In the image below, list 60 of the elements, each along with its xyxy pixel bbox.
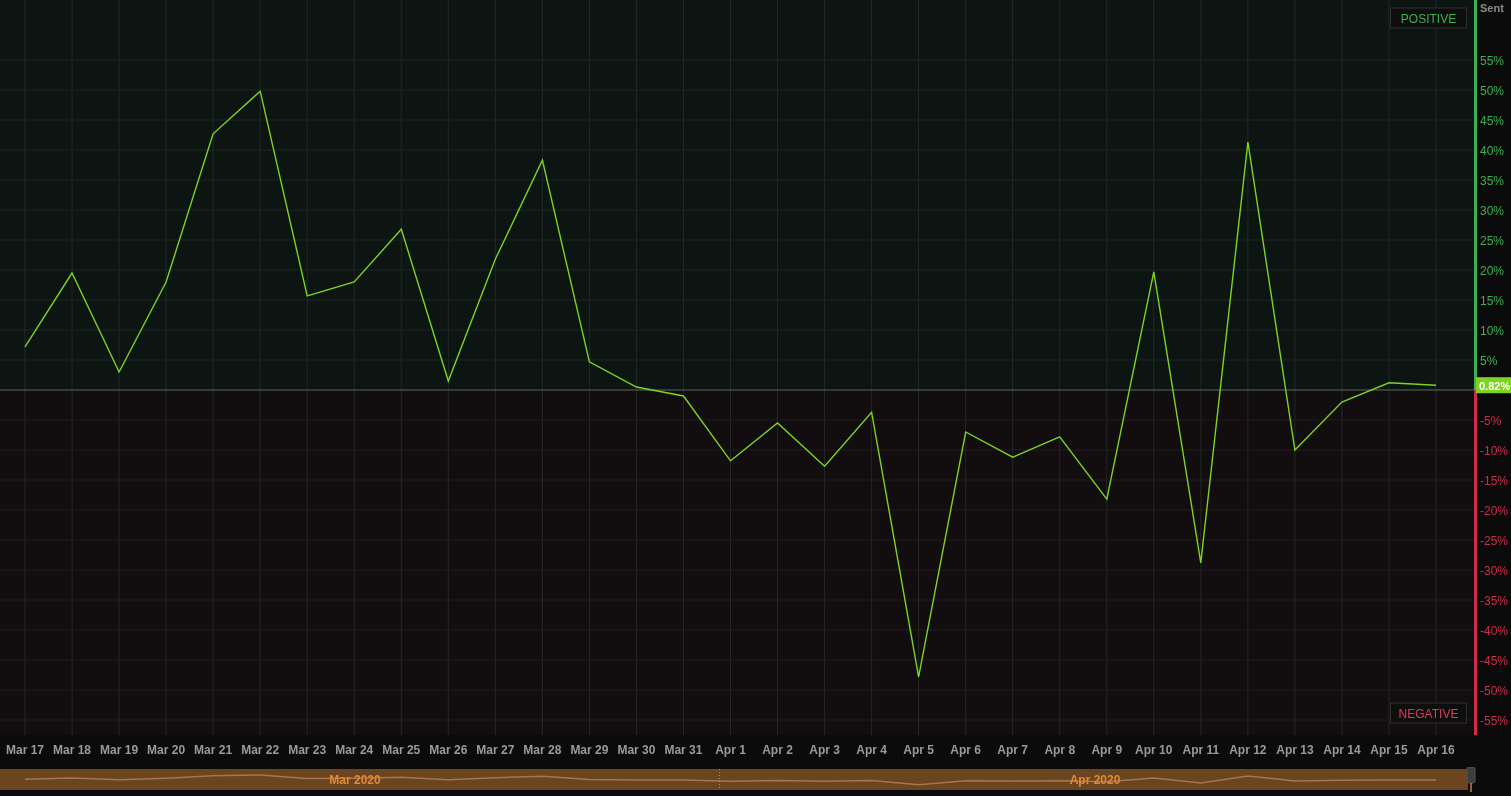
- navigator-label: Mar 2020: [329, 773, 381, 787]
- x-tick-label: Apr 15: [1370, 743, 1408, 757]
- y-tick-label: 35%: [1480, 174, 1505, 188]
- y-tick-label: 20%: [1480, 264, 1505, 278]
- x-tick-label: Mar 28: [523, 743, 562, 757]
- scroll-handle[interactable]: [1466, 767, 1476, 793]
- x-tick-label: Mar 19: [100, 743, 139, 757]
- x-tick-label: Mar 27: [476, 743, 515, 757]
- negative-label: NEGATIVE: [1390, 702, 1467, 724]
- y-tick-label: -30%: [1480, 564, 1508, 578]
- x-tick-label: Apr 10: [1135, 743, 1173, 757]
- x-tick-label: Mar 17: [6, 743, 44, 757]
- x-tick-label: Apr 14: [1323, 743, 1361, 757]
- y-tick-label: -25%: [1480, 534, 1508, 548]
- y-tick-label: -55%: [1480, 714, 1508, 728]
- x-tick-label: Apr 1: [715, 743, 746, 757]
- y-tick-label: -50%: [1480, 684, 1508, 698]
- x-tick-label: Apr 8: [1044, 743, 1076, 757]
- x-tick-label: Apr 7: [997, 743, 1029, 757]
- x-tick-label: Apr 3: [809, 743, 840, 757]
- x-tick-label: Mar 29: [570, 743, 609, 757]
- y-tick-label: -35%: [1480, 594, 1508, 608]
- x-tick-label: Apr 6: [950, 743, 981, 757]
- x-tick-label: Apr 13: [1276, 743, 1314, 757]
- x-tick-label: Apr 9: [1091, 743, 1123, 757]
- x-tick-label: Apr 5: [903, 743, 934, 757]
- y-tick-label: -40%: [1480, 624, 1508, 638]
- x-tick-label: Apr 16: [1417, 743, 1455, 757]
- y-tick-label: 55%: [1480, 54, 1505, 68]
- x-tick-label: Mar 21: [194, 743, 233, 757]
- y-tick-label: -20%: [1480, 504, 1508, 518]
- y-tick-label: 45%: [1480, 114, 1505, 128]
- y-tick-label: 25%: [1480, 234, 1505, 248]
- x-tick-label: Mar 20: [147, 743, 186, 757]
- axis-title: Sent: [1480, 2, 1504, 14]
- y-tick-label: 50%: [1480, 84, 1505, 98]
- y-tick-label: 10%: [1480, 324, 1505, 338]
- y-tick-label: 5%: [1480, 354, 1498, 368]
- x-tick-label: Mar 22: [241, 743, 280, 757]
- current-value-badge: 0.82%: [1476, 377, 1511, 394]
- y-tick-label: 30%: [1480, 204, 1505, 218]
- y-tick-label: 40%: [1480, 144, 1505, 158]
- y-tick-label: 15%: [1480, 294, 1505, 308]
- x-tick-label: Mar 30: [617, 743, 656, 757]
- x-tick-label: Mar 18: [53, 743, 92, 757]
- y-tick-label: -10%: [1480, 444, 1508, 458]
- x-tick-label: Mar 24: [335, 743, 374, 757]
- positive-label: POSITIVE: [1390, 7, 1467, 29]
- x-tick-label: Mar 25: [382, 743, 421, 757]
- navigator-label: Apr 2020: [1069, 773, 1121, 787]
- x-tick-label: Apr 2: [762, 743, 793, 757]
- x-tick-label: Apr 12: [1229, 743, 1267, 757]
- y-tick-label: -5%: [1480, 414, 1502, 428]
- x-tick-label: Mar 23: [288, 743, 327, 757]
- x-tick-label: Apr 11: [1182, 743, 1220, 757]
- x-tick-label: Apr 4: [856, 743, 887, 757]
- y-tick-label: -15%: [1480, 474, 1508, 488]
- x-tick-label: Mar 31: [664, 743, 703, 757]
- x-tick-label: Mar 26: [429, 743, 468, 757]
- y-tick-label: -45%: [1480, 654, 1508, 668]
